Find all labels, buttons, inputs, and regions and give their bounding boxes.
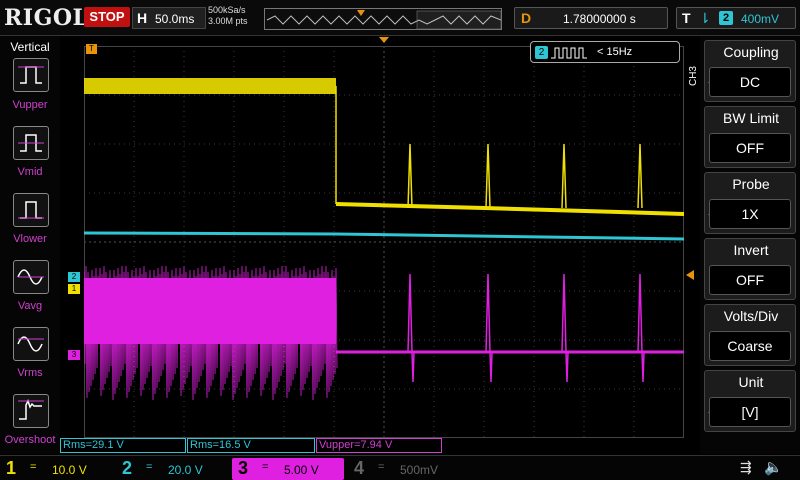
coupling-menu-item[interactable]: Coupling ◀ DC: [704, 40, 796, 102]
probe-menu-item[interactable]: Probe ◀ 1X: [704, 172, 796, 234]
trigger-source: 2: [719, 11, 733, 25]
ch3-coupling-icon: =: [262, 461, 269, 473]
delay-value: 1.78000000 s: [563, 12, 636, 26]
vlower-button[interactable]: [13, 193, 49, 227]
vavg-button[interactable]: [13, 260, 49, 294]
delay-box[interactable]: D 1.78000000 s: [514, 7, 668, 29]
timebase-value: 50.0ms: [155, 12, 195, 26]
trigger-level-marker: [686, 270, 694, 280]
volts-div-menu-item[interactable]: Volts/Div Coarse: [704, 304, 796, 366]
ch4-status[interactable]: 4 = 500mV: [348, 458, 460, 480]
bw-limit-menu-item[interactable]: BW Limit OFF: [704, 106, 796, 168]
trigger-popup-channel: 2: [535, 46, 548, 59]
trigger-edge-icon: ⇂: [699, 10, 711, 26]
vlower-label: Vlower: [13, 233, 47, 245]
ch4-scale: 500mV: [400, 463, 439, 477]
measurement-3[interactable]: Vupper=7.94 V: [316, 438, 442, 453]
vmid-icon: [18, 134, 44, 152]
unit-value: [V]: [709, 397, 791, 427]
ch3-status[interactable]: 3 = 5.00 V: [232, 458, 344, 480]
trigger-label: T: [682, 10, 691, 26]
channel-menu: Coupling ◀ DC BW Limit OFF Probe ◀ 1X In…: [700, 36, 800, 454]
overshoot-icon: [18, 399, 44, 420]
ch2-ground-marker[interactable]: 2: [68, 272, 80, 282]
ch3-number: 3: [238, 458, 249, 478]
ch3-ground-marker[interactable]: 3: [68, 350, 80, 360]
overshoot-button[interactable]: [13, 394, 49, 428]
memory-waveform-icon: [266, 10, 501, 29]
measure-panel-title: Vertical: [10, 40, 50, 54]
probe-value: 1X: [709, 199, 791, 229]
measure-panel: Vertical Vupper Vmid Vlower Vavg Vrms Ov…: [0, 36, 60, 454]
pulse-train-icon: [551, 47, 587, 59]
waveform-display[interactable]: [84, 46, 684, 438]
volts-div-label: Volts/Div: [723, 308, 779, 324]
ch1-ground-marker[interactable]: 1: [68, 284, 80, 294]
probe-label: Probe: [732, 176, 770, 192]
trigger-popup-text: < 15Hz: [597, 46, 633, 58]
brand-logo: RIGOL: [4, 5, 89, 31]
acquisition-info: 500kSa/s 3.00M pts: [208, 5, 248, 27]
memory-depth: 3.00M pts: [208, 16, 248, 26]
vavg-icon: [17, 269, 44, 285]
measurement-2[interactable]: Rms=16.5 V: [187, 438, 315, 453]
ch1-coupling-icon: =: [30, 461, 37, 473]
vavg-label: Vavg: [17, 300, 43, 312]
ch2-coupling-icon: =: [146, 461, 153, 473]
usb-icon: ⇶: [740, 459, 752, 475]
trigger-level: 400mV: [741, 12, 780, 26]
invert-menu-item[interactable]: Invert OFF: [704, 238, 796, 300]
bw-limit-label: BW Limit: [723, 110, 779, 126]
menu-channel-tag: CH3: [688, 66, 699, 87]
vupper-button[interactable]: [13, 58, 49, 92]
ch2-status[interactable]: 2 = 20.0 V: [116, 458, 228, 480]
delay-label: D: [521, 10, 532, 26]
vrms-button[interactable]: [13, 327, 49, 361]
coupling-value: DC: [709, 67, 791, 97]
vupper-icon: [18, 66, 44, 84]
sample-rate: 500kSa/s: [208, 5, 246, 15]
coupling-label: Coupling: [723, 44, 779, 60]
overshoot-label: Overshoot: [4, 434, 56, 446]
invert-label: Invert: [733, 242, 769, 258]
unit-label: Unit: [738, 374, 764, 390]
measurement-1[interactable]: Rms=29.1 V: [60, 438, 186, 453]
vupper-label: Vupper: [12, 99, 48, 111]
trigger-box[interactable]: T ⇂ 2 400mV: [676, 7, 796, 29]
vrms-icon: [17, 336, 44, 352]
ch4-coupling-icon: =: [378, 461, 385, 473]
trigger-position-marker: T: [86, 44, 97, 54]
ch2-scale: 20.0 V: [168, 463, 203, 477]
ch1-status[interactable]: 1 = 10.0 V: [0, 458, 112, 480]
horizontal-label: H: [137, 10, 148, 26]
trigger-time-marker: [379, 37, 389, 43]
vrms-label: Vrms: [17, 367, 43, 379]
volts-div-value: Coarse: [709, 331, 791, 361]
channel-status-bar: 1 = 10.0 V 2 = 20.0 V 3 = 5.00 V 4 = 500…: [0, 455, 800, 480]
run-stop-indicator[interactable]: STOP: [84, 7, 130, 27]
ch1-scale: 10.0 V: [52, 463, 87, 477]
speaker-icon[interactable]: 🔈: [764, 458, 783, 476]
vlower-icon: [18, 201, 44, 219]
invert-value: OFF: [709, 265, 791, 295]
memory-overview[interactable]: [264, 8, 502, 30]
ch1-number: 1: [6, 458, 17, 478]
ch3-scale: 5.00 V: [284, 463, 319, 477]
timebase-box[interactable]: H 50.0ms: [132, 7, 206, 29]
top-status-bar: RIGOL STOP H 50.0ms 500kSa/s 3.00M pts D…: [0, 0, 800, 36]
bw-limit-value: OFF: [709, 133, 791, 163]
ch4-number: 4: [354, 458, 365, 478]
unit-menu-item[interactable]: Unit ◀ [V]: [704, 370, 796, 432]
vmid-button[interactable]: [13, 126, 49, 160]
trigger-info-popup: 2 < 15Hz: [530, 41, 680, 63]
vmid-label: Vmid: [17, 166, 43, 178]
ch2-number: 2: [122, 458, 133, 478]
